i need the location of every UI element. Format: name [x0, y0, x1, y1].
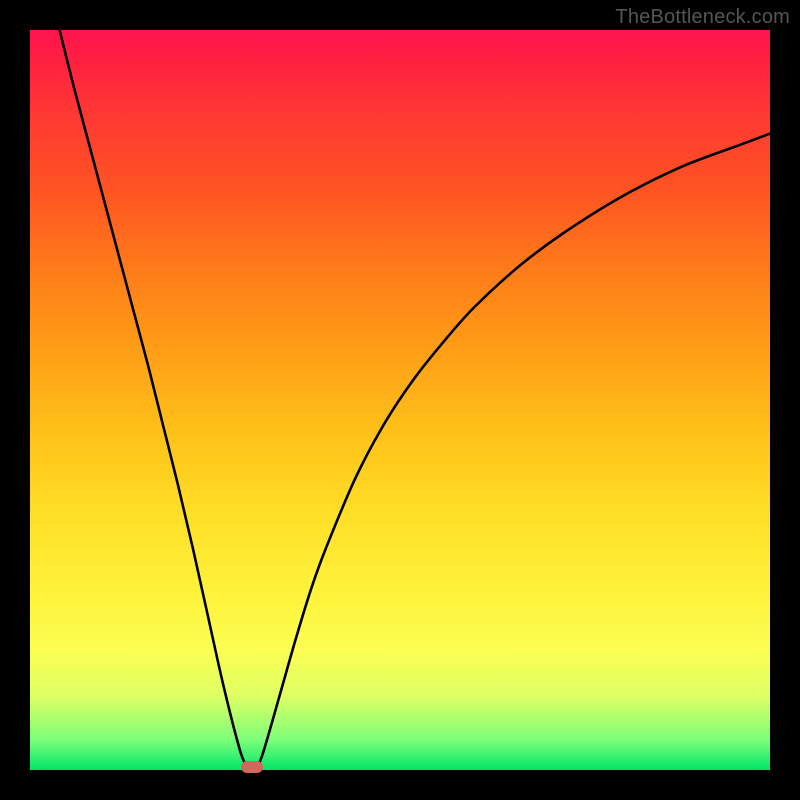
watermark-text: TheBottleneck.com — [615, 6, 790, 29]
chart-frame: TheBottleneck.com — [0, 0, 800, 800]
gradient-plot-area — [30, 30, 770, 770]
